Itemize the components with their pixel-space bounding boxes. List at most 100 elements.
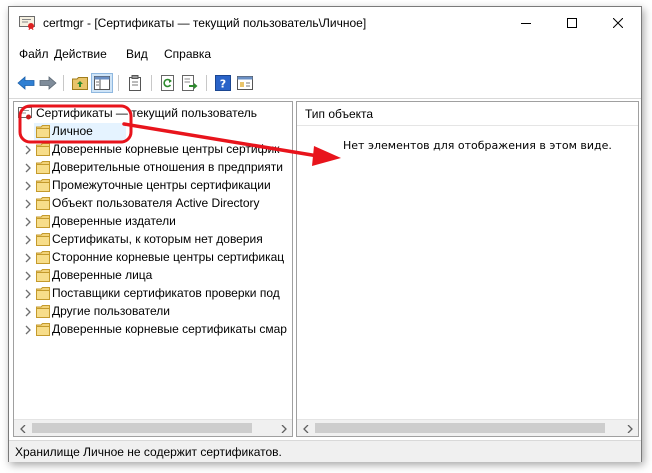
empty-view-message: Нет элементов для отображения в этом вид… (343, 139, 612, 152)
refresh-icon (161, 75, 174, 91)
minimize-button[interactable] (503, 7, 549, 38)
toolbar-separator (118, 75, 119, 91)
column-header-label: Тип объекта (305, 107, 374, 121)
window-title: certmgr - [Сертификаты — текущий пользов… (43, 16, 367, 30)
scroll-left-icon (302, 424, 308, 433)
tree-item-label: Доверенные корневые центры сертифик (52, 142, 280, 156)
show-tree-button[interactable] (91, 73, 113, 93)
scroll-right-button[interactable] (621, 420, 638, 436)
tree-item-label: Доверенные лица (52, 268, 153, 282)
back-icon (17, 76, 35, 90)
status-bar: Хранилище Личное не содержит сертификато… (9, 440, 641, 462)
show-tree-icon (94, 76, 110, 90)
scroll-right-icon (627, 424, 633, 433)
expand-chevron-icon[interactable] (23, 252, 33, 264)
tree-item[interactable]: Доверительные отношения в предприяти (14, 159, 292, 177)
tree-root[interactable]: Сертификаты — текущий пользователь (14, 105, 292, 123)
folder-icon (36, 215, 50, 228)
back-button[interactable] (15, 73, 37, 93)
tree-item[interactable]: Доверенные лица (14, 267, 292, 285)
menu-help[interactable]: Справка (164, 47, 211, 61)
tree-item-label: Личное (52, 124, 93, 138)
scroll-left-button[interactable] (297, 420, 314, 436)
tree-horizontal-scrollbar[interactable] (14, 419, 292, 436)
maximize-button[interactable] (549, 7, 595, 38)
details-pane[interactable]: Тип объекта Нет элементов для отображени… (296, 101, 639, 437)
scroll-left-button[interactable] (14, 420, 31, 436)
tree-item-label: Сертификаты, к которым нет доверия (52, 232, 263, 246)
expand-chevron-icon[interactable] (23, 180, 33, 192)
toolbar-separator (63, 75, 64, 91)
folder-icon (36, 143, 50, 156)
folder-icon (36, 233, 50, 246)
expand-chevron-icon[interactable] (23, 162, 33, 174)
close-icon (613, 17, 623, 28)
folder-icon (36, 305, 50, 318)
tree-item[interactable]: Поставщики сертификатов проверки под (14, 285, 292, 303)
tree-item[interactable]: Сторонние корневые центры сертификац (14, 249, 292, 267)
maximize-icon (567, 17, 577, 28)
tree-item[interactable]: Доверенные корневые центры сертифик (14, 141, 292, 159)
expand-chevron-icon[interactable] (23, 198, 33, 210)
folder-icon (36, 269, 50, 282)
menu-action[interactable]: Действие (54, 47, 107, 61)
tree-item[interactable]: Промежуточные центры сертификации (14, 177, 292, 195)
folder-icon (36, 179, 50, 192)
tree-item[interactable]: Доверенные издатели (14, 213, 292, 231)
menu-view[interactable]: Вид (126, 47, 148, 61)
svg-text:?: ? (220, 78, 226, 91)
show-console-icon (237, 76, 253, 90)
folder-icon (36, 161, 50, 174)
forward-icon (39, 76, 57, 90)
tree-item-label: Доверительные отношения в предприяти (52, 160, 283, 174)
console-tree-pane[interactable]: Сертификаты — текущий пользователь Лично… (13, 101, 293, 437)
column-header-type[interactable]: Тип объекта (297, 102, 638, 126)
expand-chevron-icon[interactable] (23, 288, 33, 300)
folder-icon (36, 287, 50, 300)
scroll-thumb[interactable] (32, 423, 252, 433)
minimize-icon (521, 22, 531, 24)
tree-item[interactable]: Другие пользователи (14, 303, 292, 321)
tree-item-label: Сторонние корневые центры сертификац (52, 250, 285, 264)
show-console-button[interactable] (234, 73, 256, 93)
close-button[interactable] (595, 7, 641, 38)
up-folder-button[interactable] (69, 73, 91, 93)
tree-root-label: Сертификаты — текущий пользователь (36, 106, 258, 120)
expand-chevron-icon[interactable] (23, 144, 33, 156)
up-folder-icon (72, 77, 88, 90)
expand-chevron-icon[interactable] (23, 234, 33, 246)
title-bar: certmgr - [Сертификаты — текущий пользов… (9, 7, 641, 39)
certificate-app-icon (19, 16, 35, 30)
scroll-right-button[interactable] (275, 420, 292, 436)
expand-chevron-icon[interactable] (23, 216, 33, 228)
certificates-root-icon (18, 107, 32, 120)
export-list-button[interactable] (179, 73, 201, 93)
tree-item-label: Другие пользователи (52, 304, 170, 318)
menu-file[interactable]: Файл (19, 47, 49, 61)
details-horizontal-scrollbar[interactable] (297, 419, 638, 436)
toolbar-separator (151, 75, 152, 91)
folder-icon (36, 323, 50, 336)
expand-chevron-icon[interactable] (23, 270, 33, 282)
tree-item-label: Поставщики сертификатов проверки под (52, 286, 280, 300)
refresh-button[interactable] (157, 73, 179, 93)
tree-item[interactable]: Доверенные корневые сертификаты смар (14, 321, 292, 339)
properties-icon (129, 75, 141, 91)
menu-bar: Файл Действие Вид Справка (9, 47, 641, 65)
tree-item[interactable]: Сертификаты, к которым нет доверия (14, 231, 292, 249)
expand-chevron-icon[interactable] (23, 324, 33, 336)
status-text: Хранилище Личное не содержит сертификато… (15, 445, 282, 459)
tree-item-selected[interactable]: Личное (14, 123, 292, 141)
toolbar: ? (9, 71, 641, 97)
tree-item[interactable]: Объект пользователя Active Directory (14, 195, 292, 213)
properties-button[interactable] (124, 73, 146, 93)
scroll-right-icon (281, 424, 287, 433)
scroll-thumb[interactable] (315, 423, 605, 433)
tree-item-label: Объект пользователя Active Directory (52, 196, 260, 210)
expand-chevron-icon[interactable] (23, 306, 33, 318)
toolbar-divider (9, 98, 641, 99)
folder-icon (36, 125, 50, 138)
scroll-left-icon (19, 424, 25, 433)
help-button[interactable]: ? (212, 73, 234, 93)
forward-button[interactable] (37, 73, 59, 93)
